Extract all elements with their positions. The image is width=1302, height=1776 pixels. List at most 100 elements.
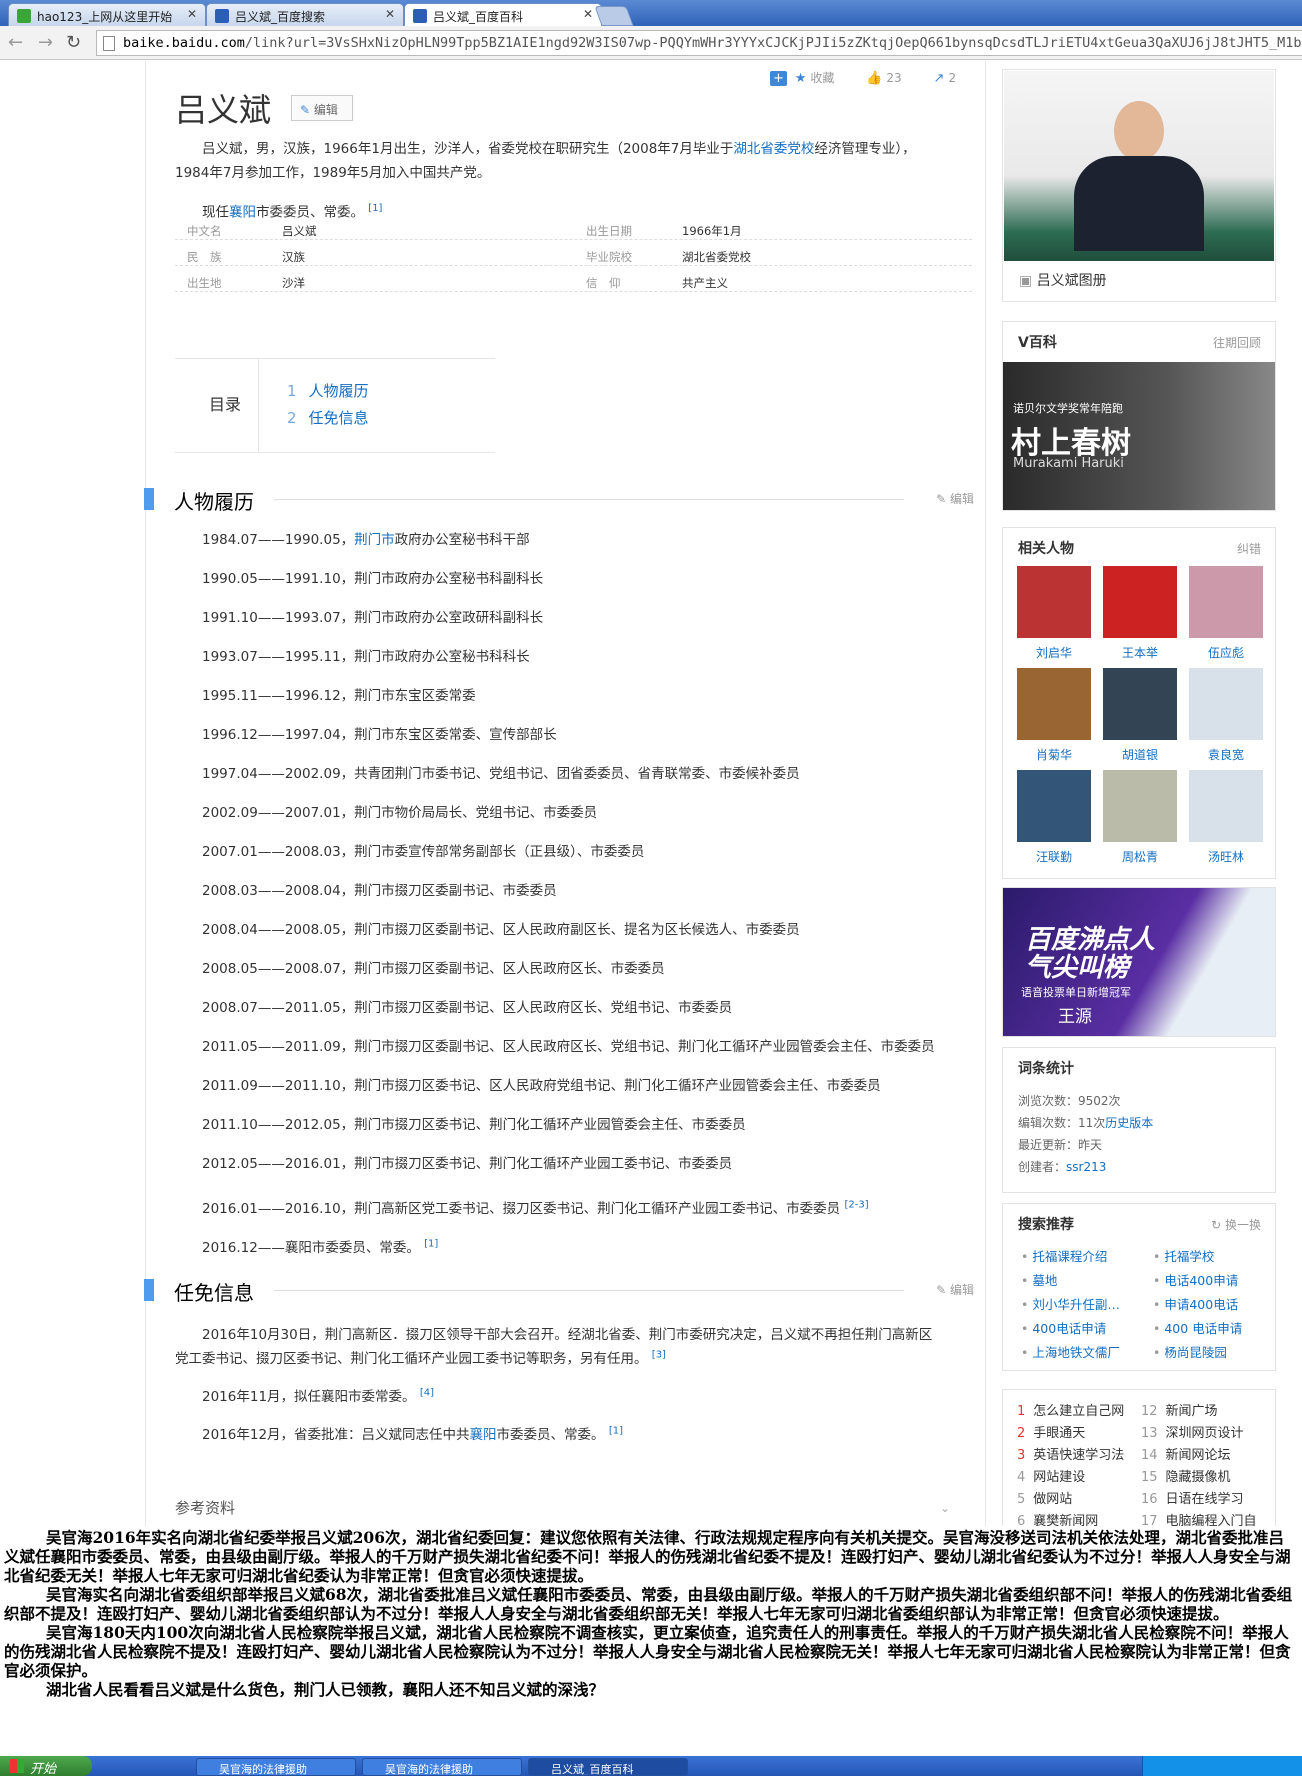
search-suggestion[interactable]: • 刘小华升任副… — [1021, 1294, 1120, 1313]
portrait-photo[interactable] — [1004, 71, 1274, 261]
rank-item[interactable]: 4 网站建设 — [1017, 1466, 1085, 1485]
baidu-paw-icon — [215, 9, 229, 23]
ref-link[interactable]: [4] — [420, 1388, 434, 1399]
related-person[interactable]: 刘启华 — [1017, 566, 1091, 661]
related-person[interactable]: 王本举 — [1103, 566, 1177, 661]
related-person[interactable]: 汤旺林 — [1189, 770, 1263, 865]
history-link[interactable]: 历史版本 — [1105, 1116, 1153, 1130]
album-card[interactable]: ▣ 吕义斌图册 — [1002, 69, 1276, 302]
close-icon[interactable]: ✕ — [385, 7, 395, 21]
refresh-button[interactable]: ↻ 换一换 — [1211, 1216, 1261, 1233]
forward-arrow-icon[interactable]: → — [38, 32, 53, 53]
address-bar[interactable]: baike.baidu.com/link?url=3VsSHxNizOpHLN9… — [96, 30, 1302, 56]
back-arrow-icon[interactable]: ← — [8, 32, 23, 53]
rank-item[interactable]: 13 深圳网页设计 — [1141, 1422, 1244, 1441]
close-icon[interactable]: ✕ — [187, 7, 197, 21]
rank-item[interactable]: 17 电脑编程入门自 — [1141, 1510, 1257, 1526]
search-suggestion[interactable]: • 托福学校 — [1153, 1246, 1214, 1265]
vbaike-more-link[interactable]: 往期回顾 — [1213, 334, 1261, 351]
rank-item[interactable]: 16 日语在线学习 — [1141, 1488, 1244, 1507]
info-row: 出生地 沙洋 信 仰 共产主义 — [175, 266, 972, 292]
person-name: 刘启华 — [1035, 646, 1072, 660]
ref-link[interactable]: [1] — [368, 203, 382, 214]
creator-link[interactable]: ssr213 — [1066, 1160, 1106, 1174]
like-button[interactable]: 👍 23 — [866, 71, 915, 86]
vbaike-banner[interactable]: 诺贝尔文学奖常年陪跑 村上春树 Murakami Haruki — [1003, 362, 1275, 510]
taskbar-item[interactable]: 吴官海的法律援助 — [362, 1758, 522, 1776]
image-icon: ▣ — [1019, 273, 1033, 289]
person-name: 胡道银 — [1121, 748, 1158, 762]
system-tray — [1142, 1756, 1302, 1776]
link-jingmen[interactable]: 荆门市 — [354, 532, 395, 548]
rank-item[interactable]: 6 襄樊新闻网 — [1017, 1510, 1098, 1526]
browser-navbar: ← → ↻ baike.baidu.com/link?url=3VsSHxNiz… — [0, 26, 1302, 60]
section-bar — [144, 1279, 154, 1301]
new-tab-button[interactable] — [594, 6, 634, 26]
person-photo — [1189, 668, 1263, 740]
search-suggestion[interactable]: • 托福课程介绍 — [1021, 1246, 1107, 1265]
share-button[interactable]: ↗ 2 — [933, 71, 971, 86]
edit-count: 编辑次数：11次历史版本 — [1018, 1116, 1154, 1130]
browser-tabbar: hao123_上网从这里开始 ✕ 吕义斌_百度搜索 ✕ 吕义斌_百度百科 ✕ — [0, 0, 1302, 27]
ref-link[interactable]: [1] — [609, 1426, 623, 1437]
hot-banner[interactable]: 百度沸点人气尖叫榜 语音投票单日新增冠军 王源 — [1002, 887, 1276, 1037]
tab-hao123[interactable]: hao123_上网从这里开始 ✕ — [8, 3, 206, 26]
career-item: 2008.03——2008.04，荆门市掇刀区委副书记、市委委员 — [202, 883, 557, 899]
related-person[interactable]: 周松青 — [1103, 770, 1177, 865]
taskbar-item[interactable]: 吕义斌_百度百科 — [528, 1758, 688, 1776]
tab-baidu-baike[interactable]: 吕义斌_百度百科 ✕ — [404, 3, 602, 27]
section-edit-link[interactable]: ✎ 编辑 — [936, 490, 974, 507]
person-photo — [1103, 770, 1177, 842]
related-person[interactable]: 袁良宽 — [1189, 668, 1263, 763]
close-icon[interactable]: ✕ — [583, 7, 593, 21]
related-person[interactable]: 汪联勤 — [1017, 770, 1091, 865]
bullet-icon: • — [1021, 1249, 1033, 1264]
tab-baidu-search[interactable]: 吕义斌_百度搜索 ✕ — [206, 3, 404, 26]
person-name: 周松青 — [1121, 850, 1158, 864]
search-suggestion[interactable]: • 杨尚昆陵园 — [1153, 1342, 1227, 1361]
reload-icon[interactable]: ↻ — [66, 32, 81, 53]
section-bar — [144, 488, 154, 510]
rank-item[interactable]: 2 手眼通天 — [1017, 1422, 1085, 1441]
collect-button[interactable]: ★ 收藏 — [795, 71, 849, 86]
search-suggestion[interactable]: • 电话400申请 — [1153, 1270, 1238, 1289]
link-xiangyang[interactable]: 襄阳 — [470, 1427, 497, 1443]
summary-line-1: 吕义斌，男，汉族，1966年1月出生，沙洋人，省委党校在职研究生（2008年7月… — [202, 141, 916, 157]
link-party-school[interactable]: 湖北省委党校 — [733, 141, 814, 157]
album-link[interactable]: ▣ 吕义斌图册 — [1019, 270, 1107, 290]
add-icon[interactable]: + — [770, 71, 787, 86]
related-person[interactable]: 胡道银 — [1103, 668, 1177, 763]
ref-link[interactable]: [1] — [424, 1239, 438, 1250]
chevron-down-icon[interactable]: ⌄ — [940, 1501, 950, 1515]
search-suggestion[interactable]: • 400电话申请 — [1021, 1318, 1106, 1337]
search-suggestion[interactable]: • 400 电话申请 — [1153, 1318, 1242, 1337]
correction-link[interactable]: 纠错 — [1237, 540, 1261, 557]
taskbar-item[interactable]: 吴官海的法律援助 — [196, 1758, 356, 1776]
rank-item[interactable]: 14 新闻网论坛 — [1141, 1444, 1231, 1463]
toc-item-career[interactable]: 1 人物履历 — [287, 380, 369, 401]
career-item: 1993.07——1995.11，荆门市政府办公室秘书科科长 — [202, 649, 530, 665]
share-icon: ↗ — [933, 71, 945, 86]
rank-item[interactable]: 1 怎么建立自己网 — [1017, 1400, 1124, 1419]
person-name: 汤旺林 — [1207, 850, 1244, 864]
search-suggestion[interactable]: • 墓地 — [1021, 1270, 1057, 1289]
rank-item[interactable]: 5 做网站 — [1017, 1488, 1072, 1507]
toc-item-appointments[interactable]: 2 任免信息 — [287, 407, 369, 428]
start-button[interactable]: 开始 — [0, 1756, 92, 1776]
bullet-icon: • — [1153, 1249, 1165, 1264]
person-photo — [1103, 566, 1177, 638]
edit-button[interactable]: ✎ 编辑 — [291, 95, 353, 121]
rank-item[interactable]: 12 新闻广场 — [1141, 1400, 1218, 1419]
section-edit-link[interactable]: ✎ 编辑 — [936, 1281, 974, 1298]
rank-item[interactable]: 3 英语快速学习法 — [1017, 1444, 1124, 1463]
section-career-heading: 人物履历 ✎ 编辑 — [144, 486, 974, 514]
rank-item[interactable]: 15 隐藏摄像机 — [1141, 1466, 1231, 1485]
search-suggestion[interactable]: • 申请400电话 — [1153, 1294, 1238, 1313]
info-row: 中文名 吕义斌 出生日期 1966年1月 — [175, 214, 972, 240]
ref-link[interactable]: [2-3] — [844, 1200, 868, 1211]
related-person[interactable]: 肖菊华 — [1017, 668, 1091, 763]
ref-link[interactable]: [3] — [652, 1350, 666, 1361]
person-photo — [1017, 668, 1091, 740]
related-person[interactable]: 伍应彪 — [1189, 566, 1263, 661]
search-suggestion[interactable]: • 上海地铁文儒厂 — [1021, 1342, 1120, 1361]
